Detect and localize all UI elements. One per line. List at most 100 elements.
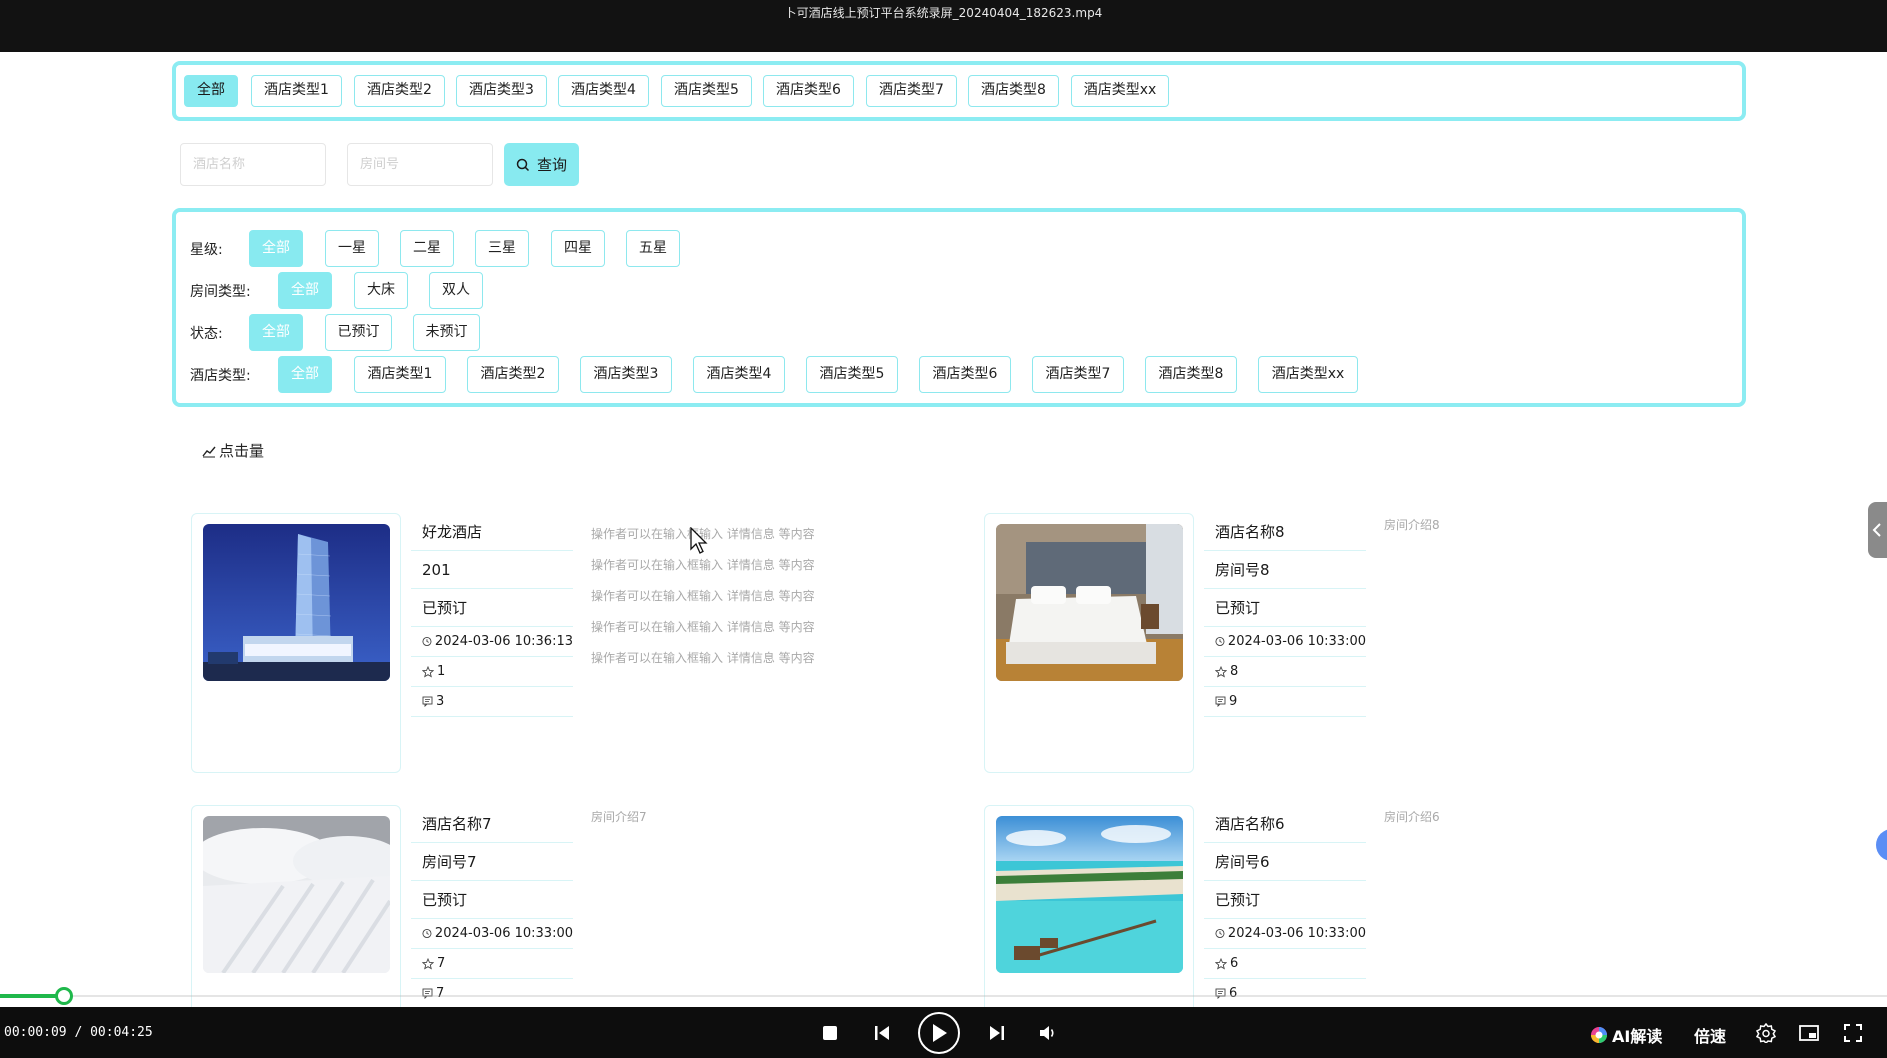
star-option-3[interactable]: 三星	[475, 230, 529, 267]
ai-logo-icon	[1591, 1027, 1607, 1043]
star-option-all[interactable]: 全部	[249, 230, 303, 267]
search-icon	[516, 158, 530, 171]
hotel-name[interactable]: 好龙酒店	[411, 513, 573, 551]
room-type-option-twin[interactable]: 双人	[429, 272, 483, 309]
update-time: 2024-03-06 10:36:13	[411, 627, 573, 657]
description-line: 房间介绍6	[1384, 810, 1440, 824]
next-button[interactable]	[982, 1018, 1012, 1048]
bedroom-image[interactable]	[996, 524, 1183, 681]
update-time: 2024-03-06 10:33:00	[1204, 919, 1366, 949]
hotel-type-option-4[interactable]: 酒店类型4	[693, 356, 785, 393]
video-title-bar: 卜可酒店线上预订平台系统录屏_20240404_182623.mp4	[0, 0, 1887, 52]
mouse-cursor-icon	[690, 527, 708, 554]
room-description: 房间介绍6	[1384, 802, 1440, 833]
star-count-text: 6	[1230, 955, 1239, 971]
ai-interpret-button[interactable]: AI解读	[1590, 1023, 1662, 1047]
volume-button[interactable]	[1033, 1018, 1063, 1048]
tab-hotel-type-5[interactable]: 酒店类型5	[661, 75, 752, 107]
side-drawer-tab[interactable]	[1868, 502, 1887, 558]
query-button-label: 查询	[536, 156, 567, 174]
star-option-5[interactable]: 五星	[626, 230, 680, 267]
clock-icon	[1215, 636, 1225, 647]
star-count-text: 8	[1230, 663, 1239, 679]
hotel-type-tab-bar: 全部 酒店类型1 酒店类型2 酒店类型3 酒店类型4 酒店类型5 酒店类型6 酒…	[172, 61, 1746, 121]
play-button[interactable]	[918, 1012, 960, 1054]
room-number: 房间号6	[1204, 843, 1366, 881]
star-option-1[interactable]: 一星	[325, 230, 379, 267]
tab-hotel-type-7[interactable]: 酒店类型7	[866, 75, 957, 107]
video-progress-bar[interactable]	[0, 985, 1887, 1007]
comment-icon	[1215, 696, 1226, 707]
star-option-2[interactable]: 二星	[400, 230, 454, 267]
hotel-type-option-8[interactable]: 酒店类型8	[1145, 356, 1237, 393]
room-number-input[interactable]	[347, 143, 493, 186]
room-type-option-king[interactable]: 大床	[354, 272, 408, 309]
picture-in-picture-button[interactable]	[1794, 1018, 1824, 1048]
hotel-type-option-5[interactable]: 酒店类型5	[806, 356, 898, 393]
playback-speed-button[interactable]: 倍速	[1694, 1023, 1726, 1047]
progress-track-line	[0, 995, 1887, 997]
linen-image[interactable]	[203, 816, 390, 973]
tab-hotel-type-3[interactable]: 酒店类型3	[456, 75, 547, 107]
beach-image[interactable]	[996, 816, 1183, 973]
fullscreen-button[interactable]	[1838, 1018, 1868, 1048]
skip-previous-icon	[875, 1026, 889, 1040]
description-line: 房间介绍7	[591, 810, 647, 824]
update-time-text: 2024-03-06 10:33:00	[1227, 925, 1366, 941]
clock-icon	[422, 928, 432, 939]
chevron-left-icon	[1872, 523, 1881, 537]
ai-interpret-label: AI解读	[1612, 1027, 1663, 1046]
star-option-4[interactable]: 四星	[551, 230, 605, 267]
clock-icon	[422, 636, 432, 647]
hotel-card[interactable]: 酒店名称8 房间号8 已预订 2024-03-06 10:33:00 8 9 房…	[984, 513, 1854, 773]
hotel-type-option-2[interactable]: 酒店类型2	[467, 356, 559, 393]
tab-hotel-type-4[interactable]: 酒店类型4	[558, 75, 649, 107]
room-type-filter-label: 房间类型:	[190, 284, 251, 300]
hotel-card[interactable]: 好龙酒店 201 已预订 2024-03-06 10:36:13 1 3 操作者…	[191, 513, 1061, 773]
tab-hotel-type-xx[interactable]: 酒店类型xx	[1071, 75, 1169, 107]
clock-icon	[1215, 928, 1225, 939]
filter-panel: 星级: 全部 一星 二星 三星 四星 五星 房间类型: 全部 大床 双人 状态:…	[172, 208, 1746, 407]
hotel-name[interactable]: 酒店名称8	[1204, 513, 1366, 551]
query-button[interactable]: 查询	[504, 143, 579, 186]
tab-hotel-type-1[interactable]: 酒店类型1	[251, 75, 342, 107]
hotel-type-option-xx[interactable]: 酒店类型xx	[1258, 356, 1358, 393]
description-line: 操作者可以在输入框输入 详情信息 等内容	[591, 589, 815, 603]
progress-handle[interactable]	[55, 987, 73, 1005]
settings-button[interactable]	[1751, 1018, 1781, 1048]
hotel-type-option-7[interactable]: 酒店类型7	[1032, 356, 1124, 393]
previous-button[interactable]	[867, 1018, 897, 1048]
hotel-type-option-1[interactable]: 酒店类型1	[354, 356, 446, 393]
tab-hotel-type-2[interactable]: 酒店类型2	[354, 75, 445, 107]
star-count: 7	[411, 949, 573, 979]
hotel-name-input[interactable]	[180, 143, 326, 186]
tab-all[interactable]: 全部	[184, 75, 238, 107]
star-count: 6	[1204, 949, 1366, 979]
stop-button[interactable]	[815, 1018, 845, 1048]
status-option-all[interactable]: 全部	[249, 314, 303, 351]
hotel-type-option-all[interactable]: 全部	[278, 356, 332, 393]
tab-hotel-type-8[interactable]: 酒店类型8	[968, 75, 1059, 107]
hotel-type-filter-label: 酒店类型:	[190, 368, 251, 384]
room-number: 201	[411, 551, 573, 589]
star-icon	[422, 665, 434, 678]
room-number: 房间号8	[1204, 551, 1366, 589]
comment-count-text: 9	[1229, 693, 1238, 709]
booking-status: 已预订	[411, 881, 573, 919]
sort-by-clicks[interactable]: 点击量	[202, 440, 264, 461]
room-type-option-all[interactable]: 全部	[278, 272, 332, 309]
tab-hotel-type-6[interactable]: 酒店类型6	[763, 75, 854, 107]
status-option-booked[interactable]: 已预订	[325, 314, 392, 351]
gear-icon	[1756, 1023, 1776, 1043]
hotel-type-option-3[interactable]: 酒店类型3	[580, 356, 672, 393]
floating-assistant-button[interactable]	[1876, 829, 1887, 861]
star-icon	[422, 957, 434, 970]
hotel-card-frame	[984, 513, 1194, 773]
tower-image[interactable]	[203, 524, 390, 681]
hotel-name[interactable]: 酒店名称6	[1204, 805, 1366, 843]
hotel-name[interactable]: 酒店名称7	[411, 805, 573, 843]
hotel-info: 酒店名称6 房间号6 已预订 2024-03-06 10:33:00 6 6	[1204, 805, 1366, 1009]
status-option-available[interactable]: 未预订	[413, 314, 480, 351]
hotel-type-option-6[interactable]: 酒店类型6	[919, 356, 1011, 393]
description-line: 房间介绍8	[1384, 518, 1440, 532]
